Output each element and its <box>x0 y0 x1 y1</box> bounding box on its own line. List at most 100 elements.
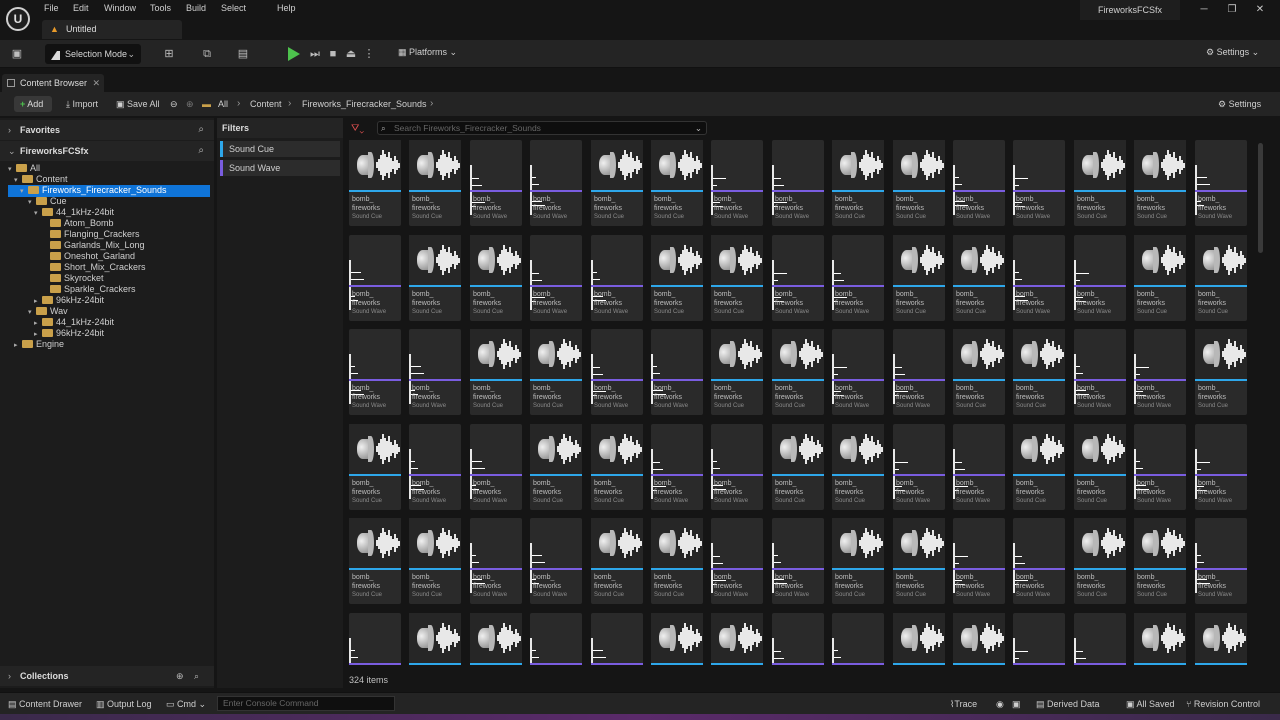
asset-tile[interactable]: bomb_fireworksSound Cue <box>1074 140 1126 226</box>
asset-tile[interactable]: bomb_fireworksSound Cue <box>470 613 522 665</box>
tree-item-cue-96khz[interactable]: ▸ 96kHz-24bit <box>34 295 104 306</box>
asset-tile[interactable]: bomb_fireworksSound Wave <box>651 329 703 415</box>
menu-build[interactable]: Build <box>186 3 206 13</box>
asset-tile[interactable]: bomb_fireworksSound Wave <box>530 518 582 604</box>
asset-tile[interactable]: bomb_fireworksSound Wave <box>1013 613 1065 665</box>
asset-tile[interactable]: bomb_fireworksSound Cue <box>651 235 703 321</box>
asset-tile[interactable]: bomb_fireworksSound Cue <box>409 613 461 665</box>
filter-sound-wave[interactable]: Sound Wave <box>220 160 340 176</box>
tree-item-engine[interactable]: ▸ Engine <box>14 339 64 350</box>
breadcrumb-all[interactable]: All <box>218 99 228 109</box>
search-icon[interactable]: ⌕ <box>194 666 199 686</box>
asset-tile[interactable]: bomb_fireworksSound Wave <box>1195 140 1247 226</box>
eject-icon[interactable]: ⏏ <box>344 47 358 61</box>
asset-tile[interactable]: bomb_fireworksSound Cue <box>1013 329 1065 415</box>
asset-tile[interactable]: bomb_fireworksSound Wave <box>470 518 522 604</box>
asset-tile[interactable]: bomb_fireworksSound Cue <box>409 235 461 321</box>
asset-tile[interactable]: bomb_fireworksSound Wave <box>470 140 522 226</box>
asset-tile[interactable]: bomb_fireworksSound Cue <box>953 235 1005 321</box>
asset-tile[interactable]: bomb_fireworksSound Wave <box>530 140 582 226</box>
asset-tile[interactable]: bomb_fireworksSound Cue <box>651 613 703 665</box>
filter-icon[interactable]: ⛛⌄ <box>351 123 364 134</box>
blueprint-icon[interactable]: ⧉ <box>200 47 214 61</box>
asset-tile[interactable]: bomb_fireworksSound Wave <box>832 613 884 665</box>
asset-tile[interactable]: bomb_fireworksSound Wave <box>530 235 582 321</box>
tree-item-wav[interactable]: ▾ Wav <box>28 306 68 317</box>
asset-tile[interactable]: bomb_fireworksSound Wave <box>349 613 401 665</box>
save-all-button[interactable]: ▣ Save All <box>116 99 160 110</box>
search-icon[interactable]: ⌕ <box>198 141 204 161</box>
play-button[interactable] <box>288 47 300 61</box>
asset-tile[interactable]: bomb_fireworksSound Cue <box>711 329 763 415</box>
menu-tools[interactable]: Tools <box>150 3 171 13</box>
asset-tile[interactable]: bomb_fireworksSound Cue <box>893 613 945 665</box>
asset-tile[interactable]: bomb_fireworksSound Cue <box>409 518 461 604</box>
screenshot-icon[interactable]: ▣ <box>1012 699 1021 710</box>
asset-tile[interactable]: bomb_fireworksSound Cue <box>711 235 763 321</box>
asset-tile[interactable]: bomb_fireworksSound Cue <box>530 424 582 510</box>
asset-tile[interactable]: bomb_fireworksSound Wave <box>772 235 824 321</box>
tree-item-atom-bomb[interactable]: Atom_Bomb <box>50 218 114 229</box>
asset-tile[interactable]: bomb_fireworksSound Wave <box>772 613 824 665</box>
asset-tile[interactable]: bomb_fireworksSound Wave <box>530 613 582 665</box>
asset-tile[interactable]: bomb_fireworksSound Wave <box>1074 235 1126 321</box>
breadcrumb-content[interactable]: Content <box>250 99 282 109</box>
maximize-button[interactable]: ❐ <box>1224 4 1240 18</box>
asset-tile[interactable]: bomb_fireworksSound Cue <box>349 140 401 226</box>
asset-tile[interactable]: bomb_fireworksSound Cue <box>1134 140 1186 226</box>
add-content-icon[interactable]: ⊞ <box>162 47 176 61</box>
save-icon[interactable]: ▣ <box>10 47 24 61</box>
asset-tile[interactable]: bomb_fireworksSound Cue <box>530 329 582 415</box>
asset-tile[interactable]: bomb_fireworksSound Cue <box>711 613 763 665</box>
asset-tile[interactable]: bomb_fireworksSound Wave <box>711 424 763 510</box>
asset-tile[interactable]: bomb_fireworksSound Cue <box>1074 424 1126 510</box>
asset-tile[interactable]: bomb_fireworksSound Wave <box>1013 235 1065 321</box>
cinematics-icon[interactable]: ▤ <box>236 47 250 61</box>
asset-tile[interactable]: bomb_fireworksSound Cue <box>1074 518 1126 604</box>
step-icon[interactable]: ⏭ <box>308 47 322 61</box>
asset-tile[interactable]: bomb_fireworksSound Cue <box>832 140 884 226</box>
menu-window[interactable]: Window <box>104 3 136 13</box>
content-drawer-button[interactable]: ▤ Content Drawer <box>8 699 82 710</box>
menu-help[interactable]: Help <box>277 3 296 13</box>
stop-icon[interactable]: ■ <box>326 47 340 61</box>
asset-tile[interactable]: bomb_fireworksSound Wave <box>591 613 643 665</box>
asset-tile[interactable]: bomb_fireworksSound Wave <box>711 518 763 604</box>
selection-mode-dropdown[interactable]: Selection Mode ⌄ <box>45 44 141 64</box>
project-header[interactable]: ⌄ FireworksFCSfx ⌕ <box>0 141 214 161</box>
add-button[interactable]: + Add <box>14 96 52 112</box>
asset-tile[interactable]: bomb_fireworksSound Wave <box>772 140 824 226</box>
asset-tile[interactable]: bomb_fireworksSound Cue <box>1195 613 1247 665</box>
asset-tile[interactable]: bomb_fireworksSound Cue <box>1013 424 1065 510</box>
asset-tile[interactable]: bomb_fireworksSound Wave <box>409 424 461 510</box>
vertical-scrollbar[interactable] <box>1258 143 1263 253</box>
asset-tile[interactable]: bomb_fireworksSound Cue <box>893 518 945 604</box>
record-icon[interactable]: ◉ <box>996 699 1004 710</box>
settings-menu[interactable]: ⚙ Settings ⌄ <box>1206 47 1259 58</box>
asset-tile[interactable]: bomb_fireworksSound Wave <box>1074 613 1126 665</box>
asset-tile[interactable]: bomb_fireworksSound Wave <box>1134 424 1186 510</box>
asset-tile[interactable]: bomb_fireworksSound Cue <box>772 329 824 415</box>
asset-tile[interactable]: bomb_fireworksSound Wave <box>349 329 401 415</box>
search-icon[interactable]: ⌕ <box>198 120 204 140</box>
asset-tile[interactable]: bomb_fireworksSound Cue <box>832 424 884 510</box>
close-button[interactable]: ✕ <box>1252 4 1268 18</box>
asset-tile[interactable]: bomb_fireworksSound Cue <box>1134 613 1186 665</box>
tree-item-content[interactable]: ▾ Content <box>14 174 68 185</box>
asset-tile[interactable]: bomb_fireworksSound Cue <box>953 329 1005 415</box>
asset-tile[interactable]: bomb_fireworksSound Wave <box>349 235 401 321</box>
asset-tile[interactable]: bomb_fireworksSound Cue <box>349 424 401 510</box>
document-tab[interactable]: ▲ Untitled <box>42 20 182 39</box>
tree-item-wav-96khz[interactable]: ▸ 96kHz-24bit <box>34 328 104 339</box>
tree-item-wav-44khz[interactable]: ▸ 44_1kHz-24bit <box>34 317 114 328</box>
tree-item-garlands-mix-long[interactable]: Garlands_Mix_Long <box>50 240 145 251</box>
platforms-menu[interactable]: ▦ Platforms ⌄ <box>398 47 457 58</box>
console-input[interactable]: Enter Console Command <box>217 696 395 711</box>
tree-item-sparkle-crackers[interactable]: Sparkle_Crackers <box>50 284 136 295</box>
menu-edit[interactable]: Edit <box>73 3 89 13</box>
asset-tile[interactable]: bomb_fireworksSound Wave <box>953 518 1005 604</box>
breadcrumb-folder[interactable]: Fireworks_Firecracker_Sounds <box>302 99 427 109</box>
asset-tile[interactable]: bomb_fireworksSound Wave <box>409 329 461 415</box>
asset-tile[interactable]: bomb_fireworksSound Wave <box>893 329 945 415</box>
tree-item-oneshot-garland[interactable]: Oneshot_Garland <box>50 251 135 262</box>
